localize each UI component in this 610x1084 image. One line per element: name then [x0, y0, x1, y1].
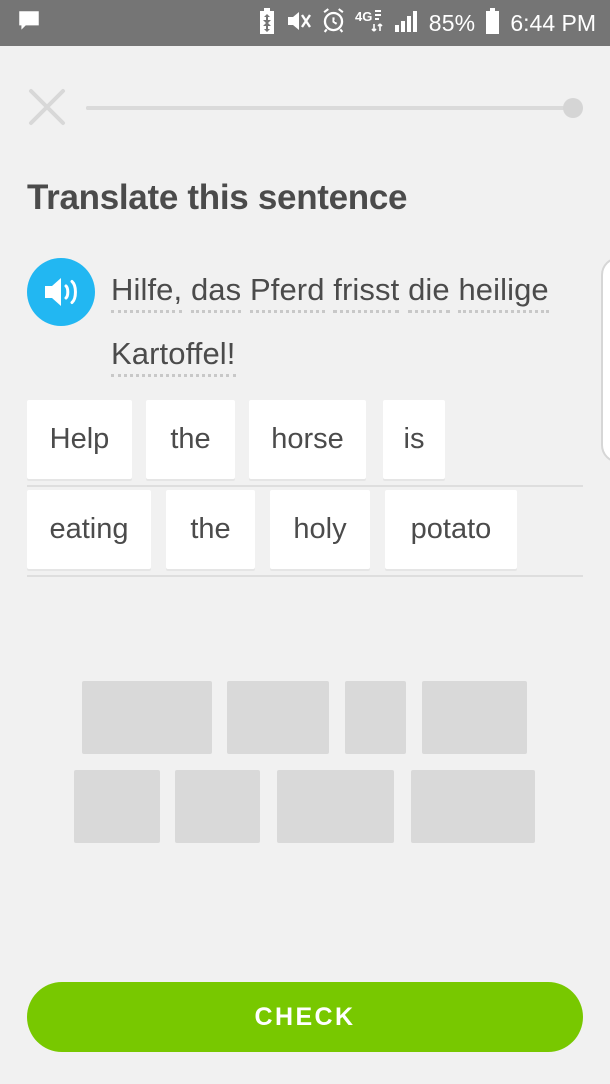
- alarm-clock-icon: [321, 8, 346, 38]
- answer-word-tile[interactable]: eating: [27, 490, 151, 569]
- exercise-topbar: [0, 78, 610, 138]
- prompt-block: Hilfe, das Pferd frisst die heilige Kart…: [27, 258, 587, 386]
- page-title: Translate this sentence: [27, 178, 408, 217]
- hint-word[interactable]: Hilfe,: [111, 272, 183, 313]
- word-bank-placeholder: [175, 770, 260, 843]
- battery-saver-icon: [257, 7, 277, 39]
- lesson-progress-fill: [86, 106, 578, 110]
- word-bank-row: [0, 759, 610, 848]
- word-bank-placeholder: [422, 681, 527, 754]
- clock-label: 6:44 PM: [510, 9, 596, 36]
- answer-row: eating the holy potato: [0, 488, 610, 577]
- speaker-volume-icon[interactable]: [27, 258, 95, 326]
- word-bank-placeholder: [82, 681, 212, 754]
- word-bank: [0, 670, 610, 848]
- hint-word[interactable]: Kartoffel!: [111, 336, 236, 377]
- mute-icon: [286, 9, 312, 38]
- prompt-sentence[interactable]: Hilfe, das Pferd frisst die heilige Kart…: [27, 258, 587, 386]
- answer-word-tile[interactable]: horse: [249, 400, 366, 479]
- word-bank-placeholder: [74, 770, 160, 843]
- answer-word-tile[interactable]: the: [146, 400, 235, 479]
- answer-area: Help the horse is eating the holy potato: [0, 398, 610, 578]
- answer-word-tile[interactable]: Help: [27, 400, 132, 479]
- answer-word-tile[interactable]: is: [383, 400, 445, 479]
- word-bank-placeholder: [277, 770, 394, 843]
- hint-word[interactable]: die: [408, 272, 450, 313]
- close-icon[interactable]: [26, 86, 68, 128]
- 4g-lte-icon: 4G: [355, 8, 385, 39]
- lesson-progress-bar: [86, 98, 583, 118]
- word-bank-placeholder: [411, 770, 535, 843]
- check-button[interactable]: CHECK: [27, 982, 583, 1052]
- word-bank-placeholder: [227, 681, 329, 754]
- word-bank-placeholder: [345, 681, 406, 754]
- answer-word-tile[interactable]: holy: [270, 490, 370, 569]
- duolingo-exercise-screen: 4G 85% 6:44 PM Translate this sentence H…: [0, 0, 610, 1084]
- answer-word-tile[interactable]: potato: [385, 490, 517, 569]
- hint-word[interactable]: heilige: [458, 272, 549, 313]
- hint-word[interactable]: frisst: [333, 272, 400, 313]
- signal-bars-icon: [394, 9, 420, 38]
- chat-bubble-icon: [16, 8, 42, 39]
- svg-text:4G: 4G: [355, 9, 372, 24]
- answer-word-tile[interactable]: the: [166, 490, 255, 569]
- word-bank-row: [0, 670, 610, 759]
- answer-row: Help the horse is: [0, 398, 610, 487]
- status-bar: 4G 85% 6:44 PM: [0, 0, 610, 46]
- battery-percent-label: 85%: [428, 9, 476, 36]
- battery-full-icon: [484, 7, 501, 39]
- hint-word[interactable]: Pferd: [249, 272, 325, 313]
- lesson-progress-thumb: [563, 98, 583, 118]
- status-bar-right: 4G 85% 6:44 PM: [257, 7, 596, 39]
- status-bar-left: [16, 8, 42, 39]
- hint-word[interactable]: das: [190, 272, 242, 313]
